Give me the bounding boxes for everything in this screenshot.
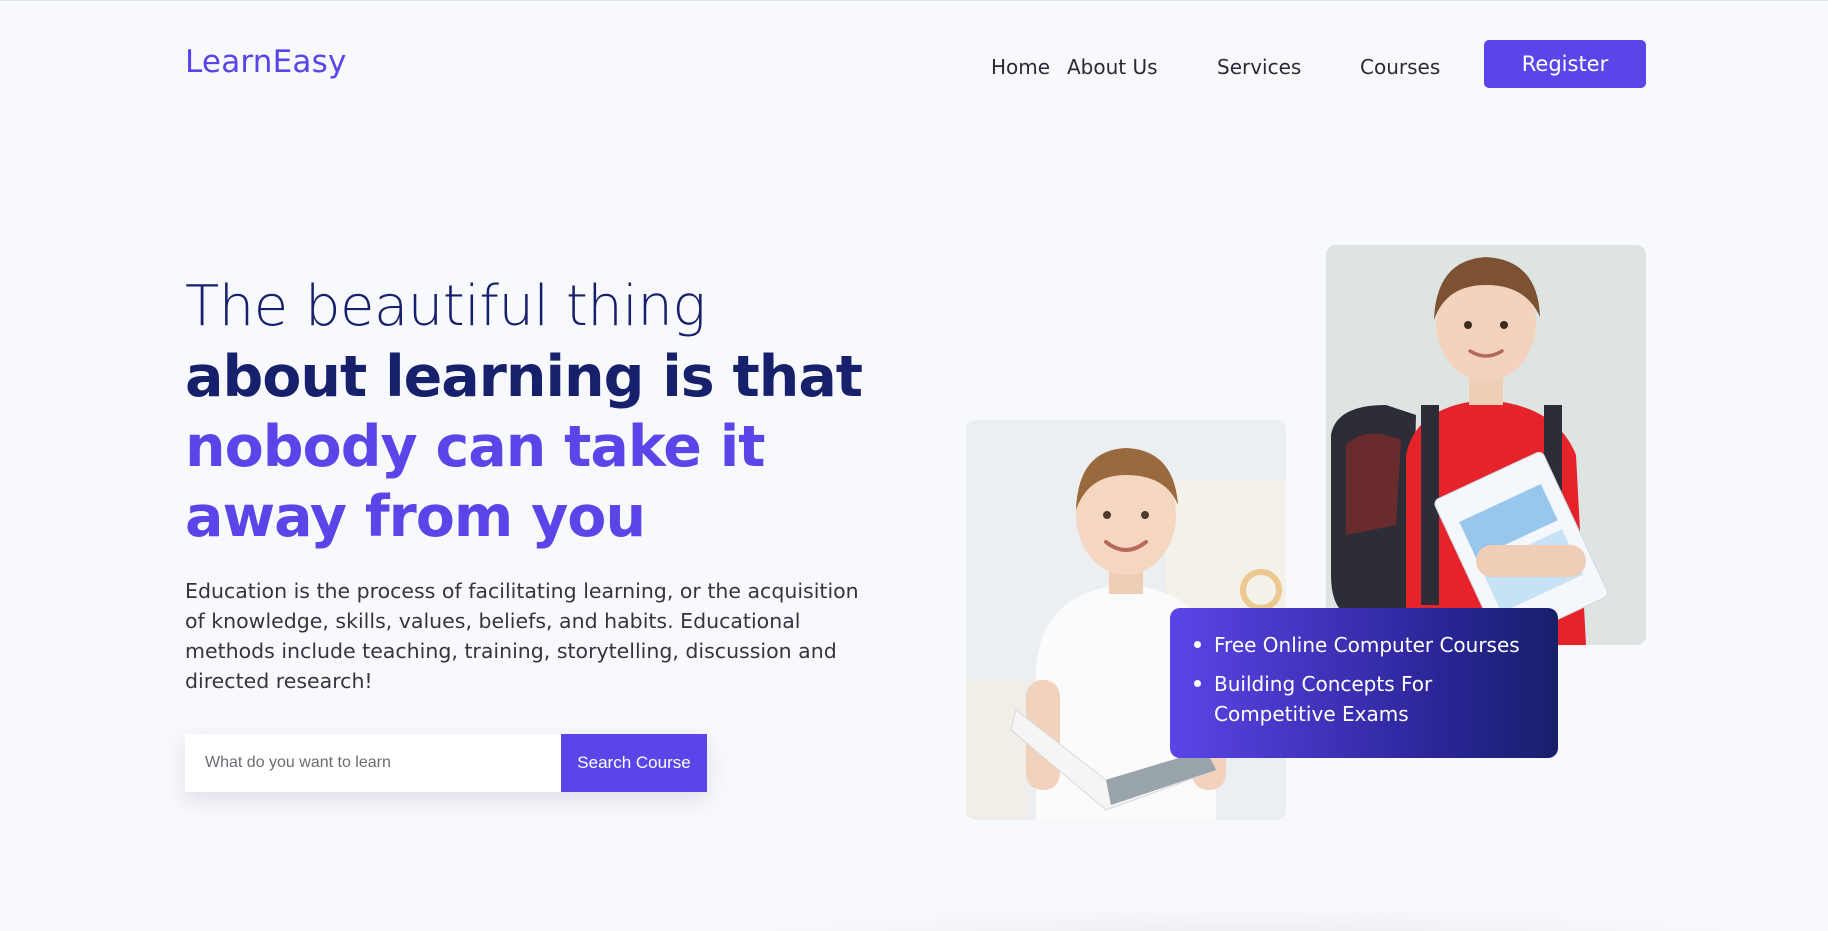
- section-divider-shadow: [700, 905, 1800, 931]
- course-search: Search Course: [185, 734, 707, 792]
- list-item: Building Concepts For Competitive Exams: [1192, 669, 1534, 729]
- hero-heading-line-3: nobody can take it: [185, 414, 766, 480]
- hero-description: Education is the process of facilitating…: [185, 579, 859, 693]
- nav-about-us[interactable]: About Us: [1067, 55, 1158, 79]
- boy-with-backpack-image: [1326, 245, 1646, 645]
- hero-heading: The beautiful thing about learning is th…: [185, 272, 905, 552]
- feature-text: Building Concepts For Competitive Exams: [1214, 672, 1433, 726]
- list-item: Free Online Computer Courses: [1192, 630, 1534, 660]
- nav-courses[interactable]: Courses: [1360, 55, 1440, 79]
- search-course-button[interactable]: Search Course: [561, 734, 707, 792]
- bullet-icon: [1194, 680, 1201, 687]
- hero-section: The beautiful thing about learning is th…: [185, 272, 905, 696]
- features-card: Free Online Computer Courses Building Co…: [1170, 608, 1558, 758]
- hero-heading-line-4: away from you: [185, 484, 646, 550]
- student-photo-2: [1326, 245, 1646, 645]
- nav-services[interactable]: Services: [1217, 55, 1301, 79]
- hero-heading-line-2: about learning is that: [185, 344, 863, 410]
- feature-text: Free Online Computer Courses: [1214, 633, 1520, 657]
- hero-heading-line-1: The beautiful thing: [185, 274, 706, 339]
- nav-home[interactable]: Home: [991, 55, 1050, 79]
- features-list: Free Online Computer Courses Building Co…: [1192, 630, 1534, 729]
- register-button[interactable]: Register: [1484, 40, 1646, 88]
- bullet-icon: [1194, 641, 1201, 648]
- top-border: [0, 0, 1828, 1]
- search-input[interactable]: [185, 734, 561, 792]
